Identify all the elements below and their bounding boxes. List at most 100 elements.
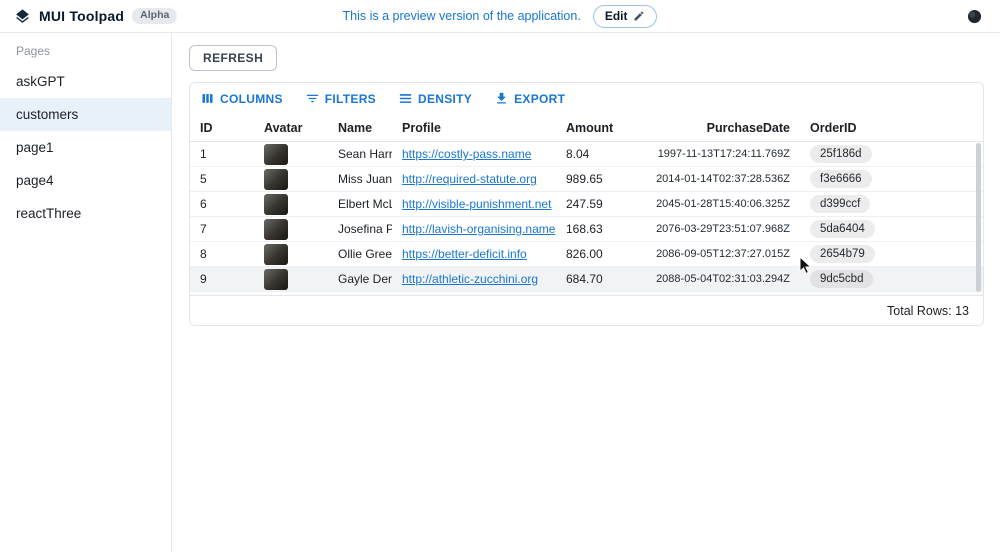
cell-profile: https://better-deficit.info (392, 242, 556, 266)
column-header-avatar[interactable]: Avatar (254, 114, 328, 141)
table-row[interactable]: 8 Ollie Green... https://better-deficit.… (190, 242, 983, 267)
cell-purchase-date: 1997-11-13T17:24:11.769Z (640, 142, 800, 166)
sidebar-item[interactable]: askGPT (0, 65, 171, 98)
cell-profile: http://lavish-organising.name (392, 217, 556, 241)
density-button[interactable]: DENSITY (398, 91, 472, 106)
column-header-amount[interactable]: Amount (556, 114, 640, 141)
columns-icon (200, 91, 215, 106)
profile-link[interactable]: http://visible-punishment.net (402, 197, 551, 211)
cell-id: 5 (190, 167, 254, 191)
columns-button-label: COLUMNS (220, 92, 283, 106)
cell-id: 8 (190, 242, 254, 266)
profile-link[interactable]: http://lavish-organising.name (402, 222, 555, 236)
profile-link[interactable]: http://athletic-zucchini.org (402, 272, 538, 286)
column-header-purchasedate[interactable]: PurchaseDate (640, 114, 800, 141)
cell-amount: 168.63 (556, 217, 640, 241)
filters-button[interactable]: FILTERS (305, 91, 376, 106)
sidebar: Pages askGPT customers page1 page4 react… (0, 33, 172, 552)
order-id-chip[interactable]: d399ccf (810, 195, 870, 214)
cell-purchase-date: 2045-01-28T15:40:06.325Z (640, 192, 800, 216)
table-body: 1 Sean Harris https://costly-pass.name 8… (190, 142, 983, 302)
sidebar-nav-list: askGPT customers page1 page4 reactThree (0, 65, 171, 230)
version-badge: Alpha (132, 8, 177, 24)
data-grid: COLUMNS FILTERS DENSITY EXPORT (189, 82, 984, 326)
cell-id: 7 (190, 217, 254, 241)
table-row[interactable]: 9 Gayle Den... http://athletic-zucchini.… (190, 267, 983, 292)
cell-avatar (254, 167, 328, 191)
export-button-label: EXPORT (514, 92, 565, 106)
export-button[interactable]: EXPORT (494, 91, 565, 106)
appbar: MUI Toolpad Alpha This is a preview vers… (0, 0, 1000, 33)
sidebar-item-label: page4 (16, 173, 54, 188)
cell-amount: 247.59 (556, 192, 640, 216)
sidebar-item[interactable]: page4 (0, 164, 171, 197)
avatar (264, 169, 288, 190)
sidebar-item[interactable]: customers (0, 98, 171, 131)
table-row[interactable]: 5 Miss Juan ... http://required-statute.… (190, 167, 983, 192)
sidebar-item[interactable]: reactThree (0, 197, 171, 230)
cell-purchase-date: 2086-09-05T12:37:27.015Z (640, 242, 800, 266)
sidebar-item[interactable]: page1 (0, 131, 171, 164)
profile-link[interactable]: https://costly-pass.name (402, 147, 531, 161)
cell-profile: http://required-statute.org (392, 167, 556, 191)
column-header-name[interactable]: Name (328, 114, 392, 141)
cell-name: Sean Harris (328, 142, 392, 166)
preview-banner: This is a preview version of the applica… (264, 5, 736, 28)
cell-order-id: f3e6666 (800, 167, 983, 191)
main-content: REFRESH COLUMNS FILTERS DENSITY (173, 33, 1000, 552)
cell-id: 6 (190, 192, 254, 216)
theme-toggle-button[interactable] (963, 5, 986, 28)
cell-name: Gayle Den... (328, 267, 392, 291)
order-id-chip[interactable]: 5da6404 (810, 220, 875, 239)
cell-avatar (254, 192, 328, 216)
edit-button[interactable]: Edit (593, 5, 658, 28)
filters-button-label: FILTERS (325, 92, 376, 106)
filter-icon (305, 91, 320, 106)
profile-link[interactable]: http://required-statute.org (402, 172, 537, 186)
order-id-chip[interactable]: 9dc5cbd (810, 270, 873, 289)
avatar (264, 219, 288, 240)
density-button-label: DENSITY (418, 92, 472, 106)
table-row[interactable]: 1 Sean Harris https://costly-pass.name 8… (190, 142, 983, 167)
cell-amount: 8.04 (556, 142, 640, 166)
cell-avatar (254, 142, 328, 166)
sidebar-section-label: Pages (0, 33, 171, 65)
cell-avatar (254, 242, 328, 266)
cell-purchase-date: 2076-03-29T23:51:07.968Z (640, 217, 800, 241)
cell-order-id: 5da6404 (800, 217, 983, 241)
edit-pencil-icon (633, 10, 645, 22)
column-header-id[interactable]: ID (190, 114, 254, 141)
table-header-row: ID Avatar Name Profile Amount PurchaseDa… (190, 114, 983, 142)
avatar (264, 269, 288, 290)
order-id-chip[interactable]: 25f186d (810, 145, 872, 164)
cell-amount: 826.00 (556, 242, 640, 266)
cell-purchase-date: 2014-01-14T02:37:28.536Z (640, 167, 800, 191)
profile-link[interactable]: https://better-deficit.info (402, 247, 527, 261)
order-id-chip[interactable]: 2654b79 (810, 245, 875, 264)
table-row[interactable]: 7 Josefina P... http://lavish-organising… (190, 217, 983, 242)
sidebar-item-label: reactThree (16, 206, 81, 221)
order-id-chip[interactable]: f3e6666 (810, 170, 872, 189)
sidebar-item-label: page1 (16, 140, 54, 155)
refresh-button[interactable]: REFRESH (189, 45, 277, 71)
columns-button[interactable]: COLUMNS (200, 91, 283, 106)
cell-amount: 684.70 (556, 267, 640, 291)
sidebar-item-label: askGPT (16, 74, 65, 89)
density-icon (398, 91, 413, 106)
vertical-scrollbar[interactable] (976, 143, 981, 292)
export-icon (494, 91, 509, 106)
cell-id: 1 (190, 142, 254, 166)
column-header-orderid[interactable]: OrderID (800, 114, 983, 141)
edit-button-label: Edit (605, 9, 628, 23)
table-row[interactable]: 6 Elbert McL... http://visible-punishmen… (190, 192, 983, 217)
cell-profile: http://visible-punishment.net (392, 192, 556, 216)
data-grid-toolbar: COLUMNS FILTERS DENSITY EXPORT (190, 83, 983, 114)
cell-name: Elbert McL... (328, 192, 392, 216)
cell-name: Ollie Green... (328, 242, 392, 266)
avatar (264, 244, 288, 265)
column-header-profile[interactable]: Profile (392, 114, 556, 141)
cell-order-id: d399ccf (800, 192, 983, 216)
cell-purchase-date: 2088-05-04T02:31:03.294Z (640, 267, 800, 291)
avatar (264, 194, 288, 215)
cell-avatar (254, 217, 328, 241)
